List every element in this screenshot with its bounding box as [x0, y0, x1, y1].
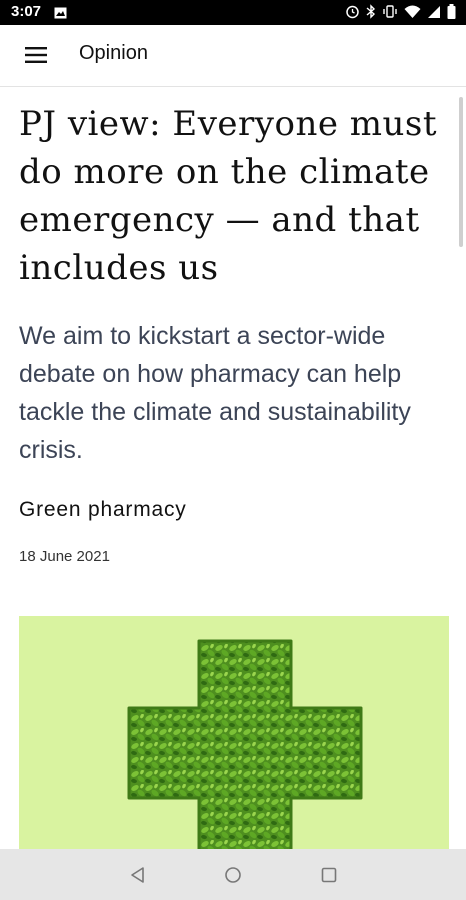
alarm-icon	[345, 4, 360, 19]
article-content[interactable]: PJ view: Everyone must do more on the cl…	[0, 87, 466, 849]
recents-icon[interactable]	[317, 863, 341, 887]
bluetooth-icon	[366, 4, 376, 19]
leafy-cross-illustration	[127, 639, 363, 849]
app-bar: Opinion	[0, 25, 466, 87]
status-bar: 3:07	[0, 0, 466, 25]
back-icon[interactable]	[126, 863, 150, 887]
image-icon	[54, 6, 67, 24]
battery-icon	[447, 4, 456, 19]
home-icon[interactable]	[221, 863, 245, 887]
page-title: Opinion	[79, 42, 148, 64]
signal-icon	[427, 5, 441, 19]
category-link[interactable]: Green pharmacy	[19, 498, 187, 522]
status-time: 3:07	[11, 3, 42, 20]
article-hero-image	[19, 616, 449, 849]
hamburger-menu-icon[interactable]	[14, 42, 58, 68]
system-nav-bar	[0, 849, 466, 900]
article-date: 18 June 2021	[19, 548, 110, 565]
article-headline: PJ view: Everyone must do more on the cl…	[19, 104, 438, 288]
wifi-icon	[404, 5, 421, 19]
article-standfirst: We aim to kickstart a sector-wide debate…	[19, 322, 411, 464]
scrollbar-thumb[interactable]	[459, 97, 463, 247]
status-icons	[345, 4, 456, 19]
vibrate-icon	[382, 4, 398, 19]
